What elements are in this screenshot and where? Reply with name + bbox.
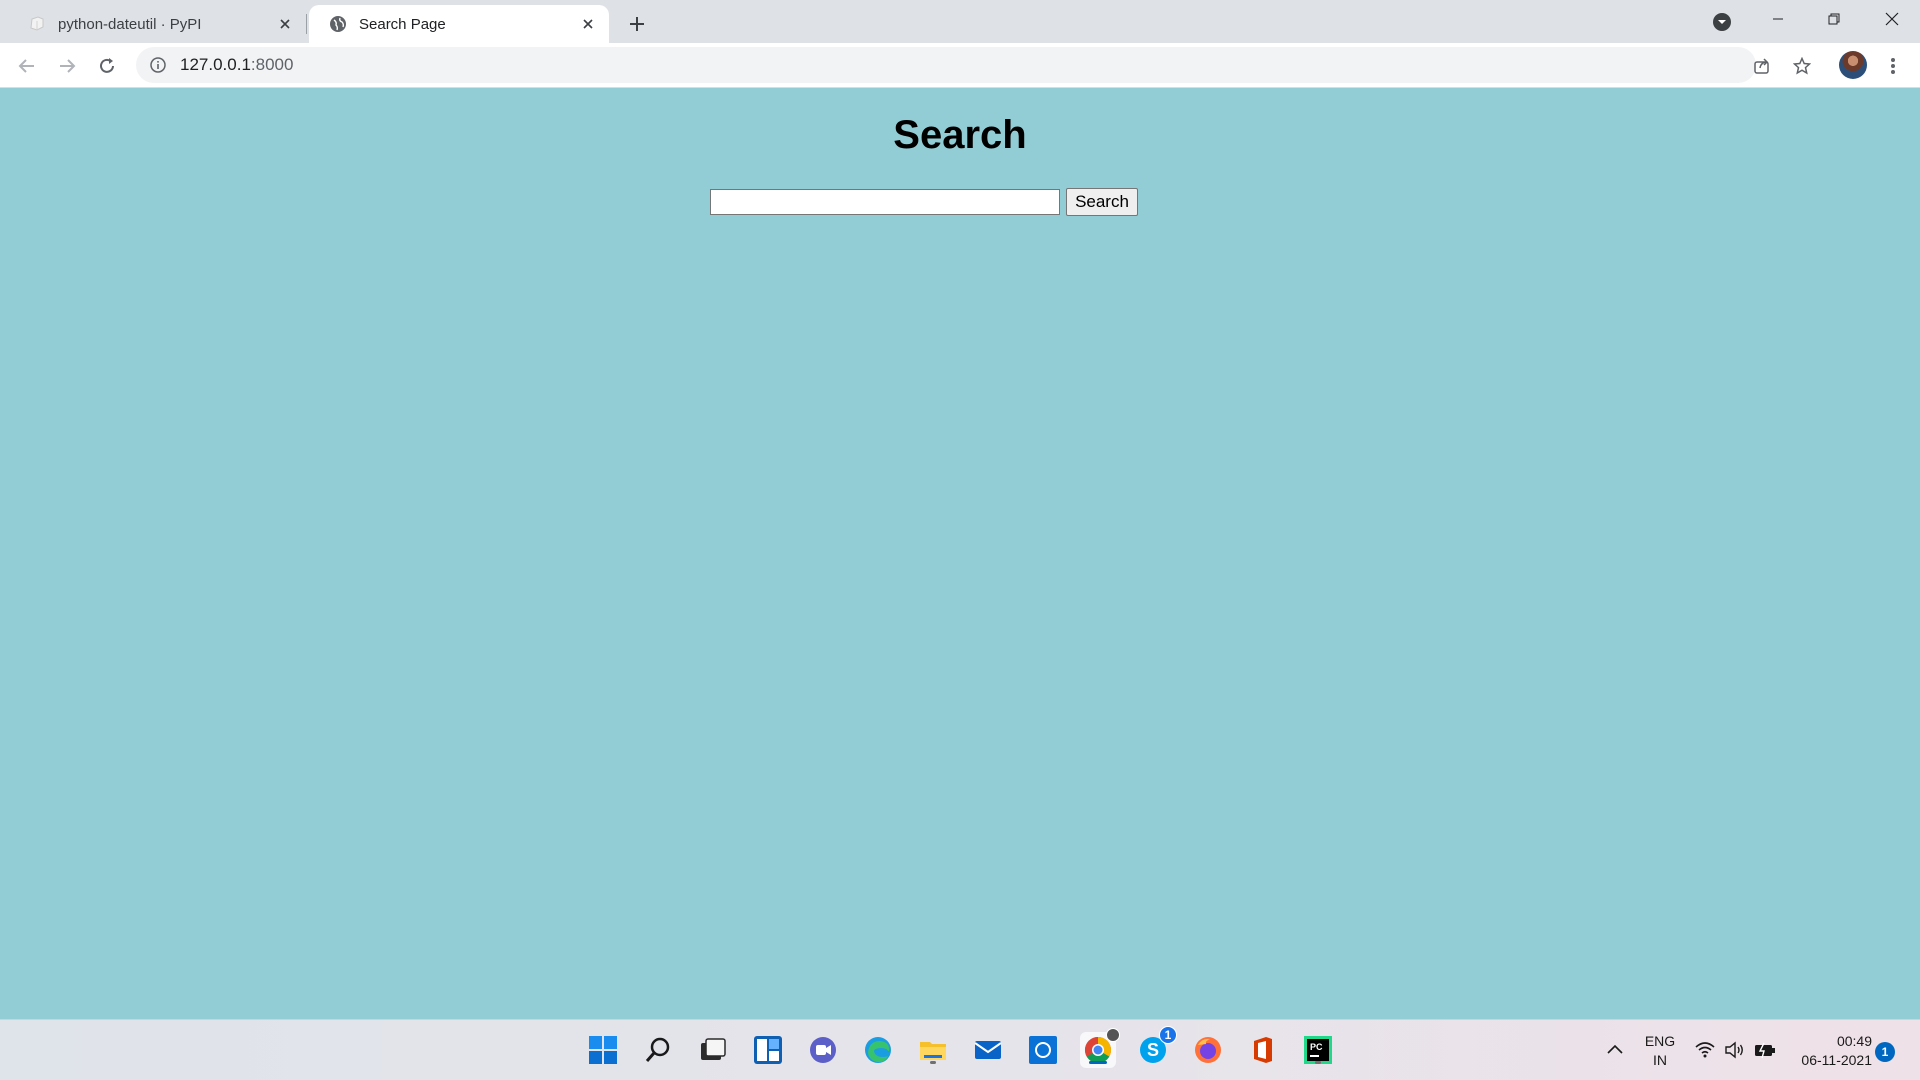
chat-icon — [810, 1037, 836, 1063]
running-indicator — [930, 1061, 936, 1064]
language-indicator[interactable]: ENG IN — [1640, 1020, 1680, 1080]
tab-separator — [306, 14, 307, 34]
browser-menu-button[interactable] — [1880, 53, 1906, 79]
share-icon — [1754, 58, 1769, 74]
edge-button[interactable] — [860, 1032, 896, 1068]
minimize-button[interactable] — [1750, 0, 1806, 38]
volume-status[interactable] — [1723, 1038, 1747, 1062]
more-vertical-icon — [1891, 58, 1895, 74]
skype-notification-badge: 1 — [1159, 1026, 1177, 1044]
firefox-button[interactable] — [1190, 1032, 1226, 1068]
search-icon — [645, 1037, 670, 1062]
tab-title: python-dateutil · PyPI — [58, 15, 202, 33]
pypi-favicon-icon — [28, 15, 46, 33]
taskbar-search-button[interactable] — [640, 1032, 676, 1068]
battery-charging-icon — [1755, 1042, 1775, 1059]
share-button[interactable] — [1749, 53, 1775, 79]
page-title: Search — [893, 113, 1027, 157]
reload-icon — [100, 58, 114, 73]
search-input[interactable] — [710, 189, 1060, 215]
globe-icon — [329, 15, 347, 33]
restore-icon — [1828, 13, 1840, 25]
new-tab-button[interactable] — [622, 9, 652, 39]
mail-button[interactable] — [970, 1032, 1006, 1068]
search-button[interactable]: Search — [1066, 188, 1138, 216]
widgets-icon — [754, 1036, 782, 1064]
tab-title: Search Page — [359, 15, 446, 33]
notification-center-badge[interactable]: 1 — [1875, 1042, 1895, 1062]
region-code: IN — [1653, 1051, 1667, 1068]
star-icon — [1793, 57, 1811, 75]
battery-status[interactable] — [1753, 1038, 1777, 1062]
task-view-button[interactable] — [695, 1032, 731, 1068]
profile-badge — [1106, 1028, 1120, 1042]
firefox-icon — [1195, 1037, 1221, 1063]
url-host: 127.0.0.1 — [180, 55, 251, 74]
url-text: 127.0.0.1:8000 — [180, 55, 293, 75]
chevron-up-icon — [1607, 1044, 1623, 1054]
back-button[interactable] — [10, 49, 44, 83]
tab-search-button[interactable] — [1709, 9, 1735, 35]
wifi-icon — [1695, 1042, 1715, 1058]
running-indicator — [1315, 1061, 1321, 1064]
speaker-icon — [1725, 1041, 1743, 1059]
mail-icon — [974, 1041, 1002, 1059]
language-code: ENG — [1644, 1032, 1676, 1049]
forward-button[interactable] — [50, 49, 84, 83]
edge-icon — [865, 1037, 891, 1063]
arrow-right-icon — [60, 59, 76, 73]
file-explorer-button[interactable] — [915, 1032, 951, 1068]
show-hidden-icons-button[interactable] — [1603, 1038, 1627, 1062]
address-bar[interactable]: 127.0.0.1:8000 — [136, 47, 1756, 83]
active-indicator — [1089, 1061, 1107, 1064]
pycharm-button[interactable]: PC — [1300, 1032, 1336, 1068]
dell-icon — [1029, 1036, 1057, 1064]
close-window-button[interactable] — [1864, 0, 1920, 38]
close-tab-icon[interactable] — [274, 13, 296, 35]
page-viewport: Search Search — [0, 89, 1920, 1019]
chevron-down-icon — [1713, 13, 1731, 31]
info-icon[interactable] — [148, 55, 168, 75]
profile-avatar[interactable] — [1839, 51, 1867, 79]
reload-button[interactable] — [90, 49, 124, 83]
svg-text:S: S — [1147, 1040, 1159, 1060]
close-tab-icon[interactable] — [577, 13, 599, 35]
office-button[interactable] — [1245, 1032, 1281, 1068]
widgets-button[interactable] — [750, 1032, 786, 1068]
windows-taskbar: S 1 PC ENG IN 00:49 06-11-2021 1 — [0, 1019, 1920, 1080]
dell-app-button[interactable] — [1025, 1032, 1061, 1068]
tab-pypi[interactable]: python-dateutil · PyPI — [8, 5, 306, 43]
date-text: 06-11-2021 — [1801, 1051, 1872, 1068]
teams-chat-button[interactable] — [805, 1032, 841, 1068]
tab-search-page[interactable]: Search Page — [309, 5, 609, 43]
time-text: 00:49 — [1836, 1032, 1872, 1049]
start-button[interactable] — [585, 1032, 621, 1068]
svg-text:PC: PC — [1310, 1042, 1323, 1052]
bookmark-button[interactable] — [1789, 53, 1815, 79]
skype-button[interactable]: S 1 — [1135, 1026, 1177, 1068]
office-icon — [1254, 1037, 1272, 1063]
close-icon — [1885, 12, 1899, 26]
arrow-left-icon — [18, 59, 34, 73]
clock[interactable]: 00:49 06-11-2021 — [1788, 1020, 1872, 1080]
restore-button[interactable] — [1806, 0, 1862, 38]
url-port: :8000 — [250, 55, 294, 74]
plus-icon — [630, 17, 644, 31]
windows-logo-icon — [589, 1036, 617, 1064]
chrome-button[interactable] — [1080, 1028, 1120, 1068]
wifi-status[interactable] — [1693, 1038, 1717, 1062]
browser-toolbar: 127.0.0.1:8000 — [0, 43, 1920, 88]
task-view-icon — [701, 1038, 726, 1060]
browser-tab-strip: python-dateutil · PyPI Search Page — [0, 0, 1920, 43]
minimize-icon — [1773, 18, 1783, 20]
